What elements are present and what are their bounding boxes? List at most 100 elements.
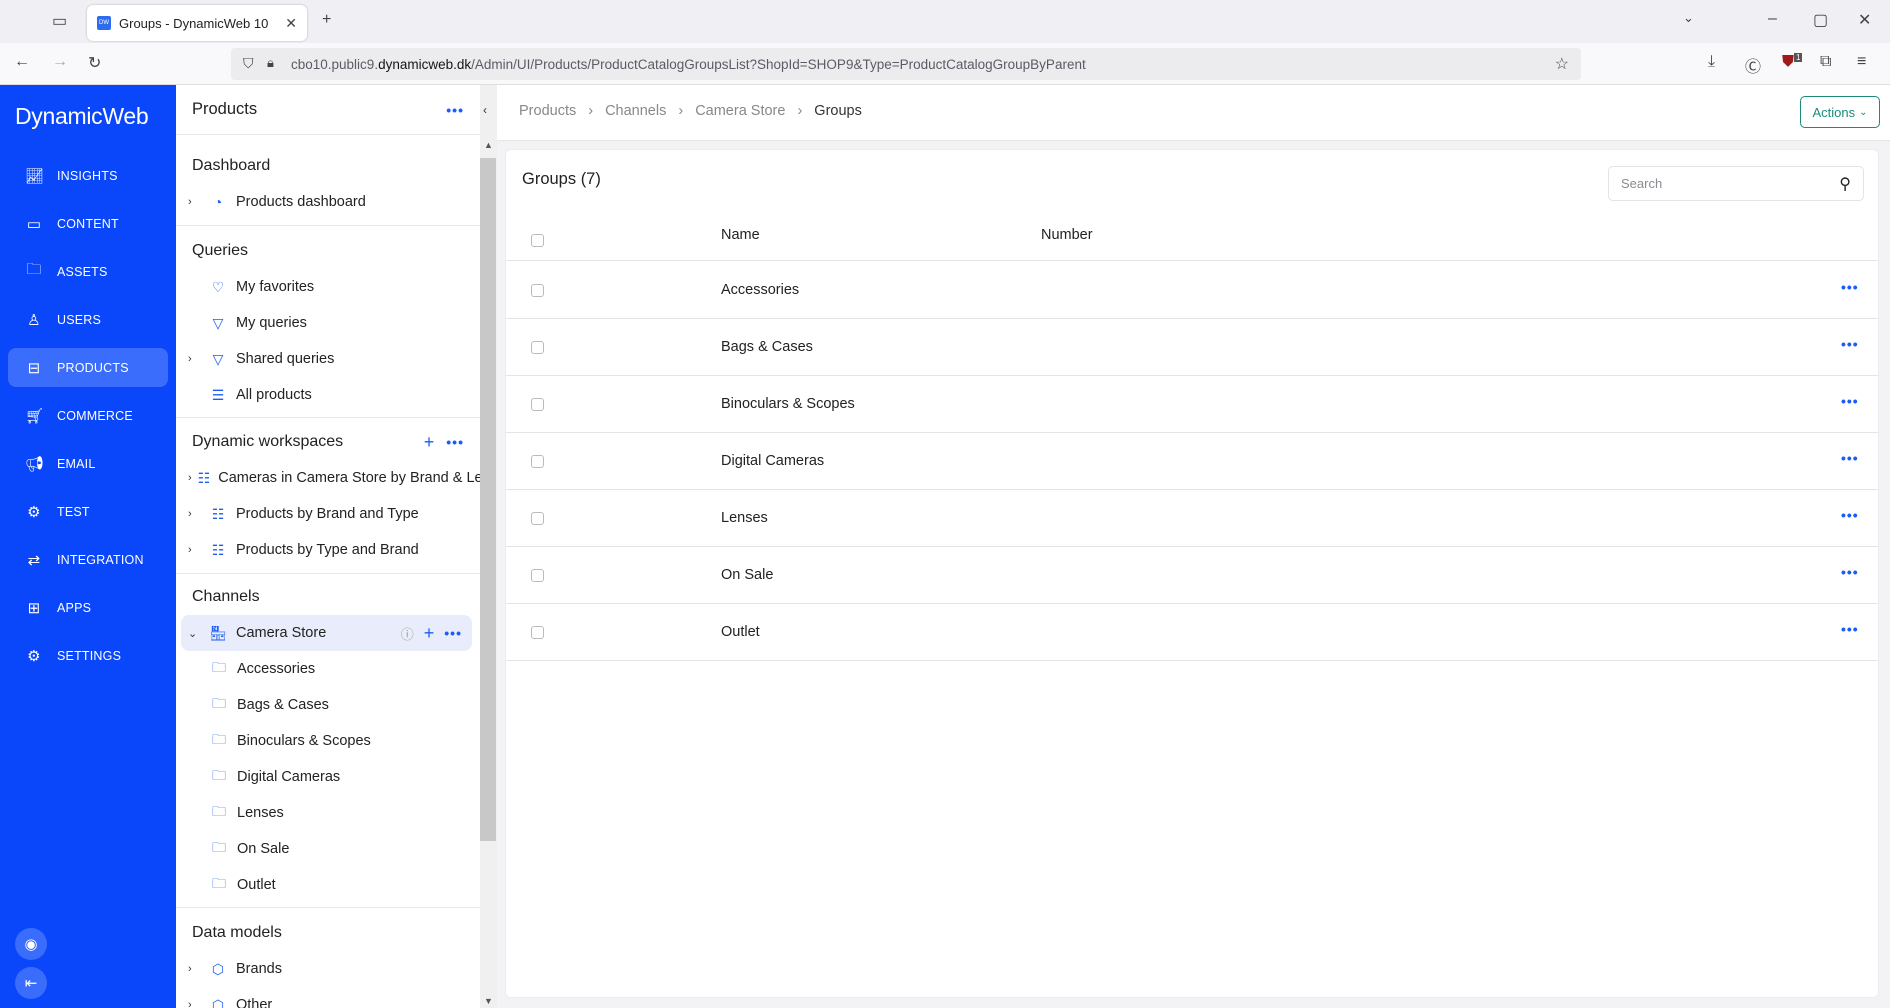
tree-item[interactable]: ♡ My favorites (176, 269, 480, 305)
ublock-icon[interactable]: ⛊ 1 (1782, 53, 1803, 71)
more-icon[interactable]: ••• (446, 102, 464, 118)
nav-test[interactable]: ⚙ TEST (8, 492, 168, 531)
table-row[interactable]: Lenses ••• (506, 490, 1878, 547)
add-icon[interactable]: + (424, 623, 435, 644)
row-checkbox[interactable] (531, 398, 544, 411)
breadcrumb-camera-store[interactable]: Camera Store (695, 103, 785, 119)
row-name[interactable]: Binoculars & Scopes (721, 396, 855, 412)
profile-c-icon[interactable]: Ⓒ (1745, 53, 1761, 77)
tree-item[interactable]: 🗀︎ On Sale (176, 831, 480, 867)
search-icon[interactable]: ⚲ (1839, 174, 1851, 194)
nav-email[interactable]: 📢︎ EMAIL (8, 444, 168, 483)
nav-users[interactable]: ♙ USERS (8, 300, 168, 339)
more-icon[interactable]: ••• (446, 434, 464, 450)
nav-commerce[interactable]: 🛒︎ COMMERCE (8, 396, 168, 435)
row-more-icon[interactable]: ••• (1841, 507, 1859, 523)
row-name[interactable]: Bags & Cases (721, 339, 813, 355)
row-name[interactable]: Accessories (721, 282, 799, 298)
account-button[interactable]: ◉ (15, 928, 47, 960)
tree-item[interactable]: › ⬡ Brands (176, 951, 480, 987)
tree-item[interactable]: ▽ My queries (176, 305, 480, 341)
row-name[interactable]: Lenses (721, 510, 768, 526)
row-more-icon[interactable]: ••• (1841, 393, 1859, 409)
row-checkbox[interactable] (531, 569, 544, 582)
maximize-icon[interactable]: ▢ (1813, 10, 1828, 30)
forward-icon[interactable]: → (52, 53, 68, 71)
extensions-icon[interactable]: ⧉ (1820, 53, 1831, 71)
breadcrumb-channels[interactable]: Channels (605, 103, 666, 119)
table-row[interactable]: Outlet ••• (506, 604, 1878, 661)
logo[interactable]: DynamicWeb (15, 103, 149, 130)
tree-item[interactable]: ☰ All products (176, 377, 480, 413)
chevron-right-icon[interactable]: › (188, 353, 202, 365)
lock-icon[interactable]: 🔒︎ (267, 55, 274, 71)
table-row[interactable]: Accessories ••• (506, 262, 1878, 319)
tree-item[interactable]: › ☷ Products by Brand and Type (176, 496, 480, 532)
row-name[interactable]: Outlet (721, 624, 760, 640)
nav-apps[interactable]: ⊞ APPS (8, 588, 168, 627)
row-more-icon[interactable]: ••• (1841, 621, 1859, 637)
chevron-down-icon[interactable]: ⌄ (188, 627, 202, 640)
row-checkbox[interactable] (531, 455, 544, 468)
nav-content[interactable]: ▭ CONTENT (8, 204, 168, 243)
menu-icon[interactable]: ≡ (1857, 53, 1866, 71)
browser-tab[interactable]: DW Groups - DynamicWeb 10 ✕ (87, 5, 307, 41)
table-row[interactable]: Bags & Cases ••• (506, 319, 1878, 376)
minimize-icon[interactable]: – (1768, 10, 1777, 28)
row-checkbox[interactable] (531, 341, 544, 354)
nav-insights[interactable]: 📈︎ INSIGHTS (8, 156, 168, 195)
tab-list-icon[interactable]: ⌄ (1683, 10, 1694, 26)
tree-item[interactable]: 🗀︎ Digital Cameras (176, 759, 480, 795)
scroll-down-icon[interactable]: ▼ (484, 996, 493, 1006)
column-name[interactable]: Name (721, 227, 760, 243)
address-bar[interactable]: ⛉ 🔒︎ cbo10.public9. dynamicweb.dk/Admin/U… (231, 48, 1581, 80)
chevron-right-icon[interactable]: › (188, 196, 202, 208)
row-name[interactable]: On Sale (721, 567, 773, 583)
info-icon[interactable]: ⓘ (401, 624, 414, 643)
tree-item-camera-store[interactable]: ⌄ 🏪︎ Camera Store ⓘ + ••• (181, 615, 472, 651)
back-icon[interactable]: ← (14, 53, 30, 71)
chevron-right-icon[interactable]: › (188, 508, 202, 520)
add-icon[interactable]: + (424, 432, 435, 453)
downloads-icon[interactable]: ⤓ (1708, 53, 1715, 71)
row-more-icon[interactable]: ••• (1841, 450, 1859, 466)
scroll-up-icon[interactable]: ▲ (484, 140, 493, 150)
tree-item[interactable]: 🗀︎ Binoculars & Scopes (176, 723, 480, 759)
collapse-panel-icon[interactable]: ‹ (483, 103, 487, 117)
tree-item[interactable]: › ☷ Products by Type and Brand (176, 532, 480, 568)
tree-item[interactable]: › ☷ Cameras in Camera Store by Brand & Len… (176, 460, 480, 496)
actions-button[interactable]: Actions ⌄ (1800, 96, 1880, 128)
tree-item[interactable]: 🗀︎ Lenses (176, 795, 480, 831)
tree-item[interactable]: › ◔ Products dashboard (176, 184, 480, 220)
row-checkbox[interactable] (531, 284, 544, 297)
bookmark-star-icon[interactable]: ☆ (1555, 54, 1569, 74)
new-tab-icon[interactable]: + (322, 11, 331, 29)
tree-item[interactable]: 🗀︎ Bags & Cases (176, 687, 480, 723)
search-input[interactable]: Search ⚲ (1608, 166, 1864, 201)
chevron-right-icon[interactable]: › (188, 999, 202, 1008)
tree-item[interactable]: 🗀︎ Outlet (176, 867, 480, 903)
window-close-icon[interactable]: ✕ (1858, 10, 1871, 30)
row-name[interactable]: Digital Cameras (721, 453, 824, 469)
close-tab-icon[interactable]: ✕ (285, 15, 297, 32)
tree-item[interactable]: › ⬡ Other (176, 987, 480, 1008)
select-all-checkbox[interactable] (531, 234, 544, 247)
column-number[interactable]: Number (1041, 227, 1093, 243)
nav-settings[interactable]: ⚙ SETTINGS (8, 636, 168, 675)
shield-icon[interactable]: ⛉ (243, 55, 254, 72)
tree-item[interactable]: › ▽ Shared queries (176, 341, 480, 377)
tab-overview-icon[interactable]: ▭ (52, 11, 67, 31)
nav-assets[interactable]: 🗀︎ ASSETS (8, 252, 168, 291)
chevron-right-icon[interactable]: › (188, 963, 202, 975)
nav-products[interactable]: ⊟ PRODUCTS (8, 348, 168, 387)
tree-item[interactable]: 🗀︎ Accessories (176, 651, 480, 687)
collapse-nav-button[interactable]: ⇤ (15, 967, 47, 999)
more-icon[interactable]: ••• (444, 625, 462, 641)
nav-integration[interactable]: ⇄ INTEGRATION (8, 540, 168, 579)
row-more-icon[interactable]: ••• (1841, 564, 1859, 580)
reload-icon[interactable]: ↻ (88, 53, 101, 73)
chevron-right-icon[interactable]: › (188, 472, 192, 484)
chevron-right-icon[interactable]: › (188, 544, 202, 556)
table-row[interactable]: Binoculars & Scopes ••• (506, 376, 1878, 433)
row-checkbox[interactable] (531, 512, 544, 525)
